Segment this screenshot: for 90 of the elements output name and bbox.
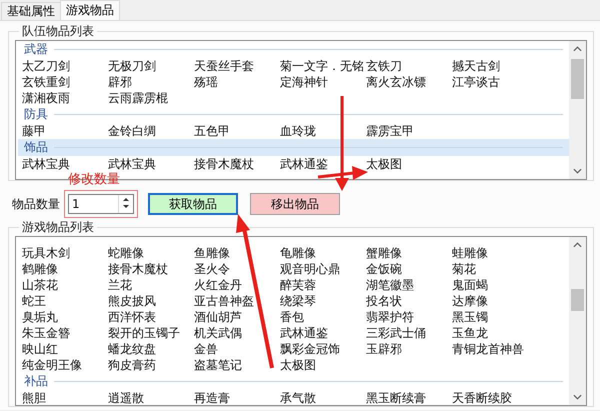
list-item[interactable]: 五色甲	[194, 123, 280, 139]
list-item[interactable]: 裂开的玉镯子	[108, 325, 194, 341]
list-item[interactable]: 逍遥散	[108, 390, 194, 405]
group-title: 游戏物品列表	[21, 219, 95, 236]
list-item[interactable]: 武林宝典	[108, 156, 194, 172]
list-item[interactable]: 霹雳宝甲	[366, 123, 452, 139]
list-item[interactable]: 再造膏	[194, 390, 280, 405]
category-header[interactable]: 补品	[18, 373, 569, 390]
list-item[interactable]: 臭垢丸	[22, 309, 108, 325]
list-item[interactable]: 湖笔徽墨	[366, 277, 452, 293]
list-item[interactable]: 金饭碗	[366, 261, 452, 277]
list-item[interactable]: 接骨木魔杖	[194, 156, 280, 172]
list-item[interactable]: 辟邪	[108, 74, 194, 90]
list-item[interactable]: 玉辟邪	[366, 341, 452, 357]
list-item[interactable]: 圣火令	[194, 261, 280, 277]
list-item[interactable]: 武林宝典	[22, 156, 108, 172]
list-item[interactable]: 天香断续胶	[452, 390, 538, 405]
list-item[interactable]: 玄铁刀	[366, 58, 452, 74]
list-item[interactable]: 鹤雕像	[22, 261, 108, 277]
list-item[interactable]: 撼天古剑	[452, 58, 538, 74]
list-item[interactable]: 蛇王	[22, 293, 108, 309]
list-item[interactable]: 青铜龙首神兽	[452, 341, 538, 357]
list-item[interactable]: 狗皮膏药	[108, 357, 194, 373]
list-item[interactable]: 玄铁重剑	[22, 74, 108, 90]
list-item[interactable]: 火红金丹	[194, 277, 280, 293]
list-item[interactable]: 飘彩金冠饰	[280, 341, 366, 357]
list-item[interactable]: 山茶花	[22, 277, 108, 293]
list-item[interactable]: 江亭谈古	[452, 74, 538, 90]
list-item[interactable]: 映山红	[22, 341, 108, 357]
list-item[interactable]: 香包	[280, 309, 366, 325]
group-title: 队伍物品列表	[21, 23, 95, 40]
list-item[interactable]: 金兽	[194, 341, 280, 357]
list-item[interactable]: 蟹雕像	[366, 245, 452, 261]
list-item[interactable]: 达摩像	[452, 293, 538, 309]
list-item[interactable]: 菊花	[452, 261, 538, 277]
list-item[interactable]: 天蚕丝手套	[194, 58, 280, 74]
list-item[interactable]: 观音明心鼎	[280, 261, 366, 277]
remove-items-button[interactable]: 移出物品	[250, 193, 340, 215]
quantity-value[interactable]: 1	[69, 195, 118, 213]
quantity-spinner[interactable]: 1	[68, 194, 134, 214]
list-item[interactable]: 黑玉断续膏	[366, 390, 452, 405]
list-item[interactable]: 盗墓笔记	[194, 357, 280, 373]
list-item[interactable]: 金铃白绸	[108, 123, 194, 139]
annotation-text: 修改数量	[68, 172, 120, 187]
list-item[interactable]: 酒仙胡芦	[194, 309, 280, 325]
list-item[interactable]: 蛙雕像	[452, 245, 538, 261]
list-item[interactable]: 无极刀剑	[108, 58, 194, 74]
list-item[interactable]: 熊皮披风	[108, 293, 194, 309]
list-item[interactable]: 太乙刀剑	[22, 58, 108, 74]
list-item[interactable]: 菊一文字．无铭	[280, 58, 366, 74]
list-item[interactable]: 太极图	[280, 357, 366, 373]
list-item[interactable]: 亚古兽神盔	[194, 293, 280, 309]
list-item[interactable]: 投名状	[366, 293, 452, 309]
list-item[interactable]: 三彩武士俑	[366, 325, 452, 341]
list-item[interactable]: 鬼面蝎	[452, 277, 538, 293]
quantity-label: 物品数量	[12, 196, 60, 212]
list-item[interactable]: 朱玉金簪	[22, 325, 108, 341]
list-item[interactable]: 武林通鉴	[280, 156, 366, 172]
list-item[interactable]: 纯金明王像	[22, 357, 108, 373]
list-item[interactable]: 玉鱼龙	[452, 325, 538, 341]
list-item[interactable]: 接骨木魔杖	[108, 261, 194, 277]
list-item[interactable]: 黑玉镯	[452, 309, 538, 325]
list-item[interactable]: 武林通鉴	[280, 325, 366, 341]
list-item[interactable]: 熊胆	[22, 390, 108, 405]
list-item[interactable]: 离火玄冰镖	[366, 74, 452, 90]
list-item[interactable]: 血玲珑	[280, 123, 366, 139]
list-item[interactable]: 龟雕像	[280, 245, 366, 261]
get-items-button[interactable]: 获取物品	[148, 193, 238, 215]
list-item[interactable]: 兰花	[108, 277, 194, 293]
list-item[interactable]: 玩具木剑	[22, 245, 108, 261]
list-item[interactable]: 西洋怀表	[108, 309, 194, 325]
category-header[interactable]: 武器	[18, 41, 569, 58]
list-item[interactable]: 云雨霹雳棍	[108, 90, 194, 106]
list-item[interactable]: 潇湘夜雨	[22, 90, 108, 106]
list-item[interactable]: 蛇雕像	[108, 245, 194, 261]
list-item[interactable]: 殇瑶	[194, 74, 280, 90]
list-item[interactable]: 蟠龙纹盘	[108, 341, 194, 357]
list-item[interactable]: 翡翠护符	[366, 309, 452, 325]
list-item[interactable]: 定海神针	[280, 74, 366, 90]
list-item[interactable]: 机关武偶	[194, 325, 280, 341]
tab[interactable]: 基础属性	[1, 2, 61, 20]
category-header[interactable]: 饰品	[18, 139, 569, 156]
list-item[interactable]: 鱼雕像	[194, 245, 280, 261]
list-item[interactable]: 藤甲	[22, 123, 108, 139]
list-item[interactable]: 醉芙蓉	[280, 277, 366, 293]
category-header[interactable]: 防具	[18, 106, 569, 123]
tab[interactable]: 游戏物品	[60, 0, 120, 20]
list-item[interactable]: 绕梁琴	[280, 293, 366, 309]
list-item[interactable]: 承气散	[280, 390, 366, 405]
list-item[interactable]: 太极图	[366, 156, 452, 172]
